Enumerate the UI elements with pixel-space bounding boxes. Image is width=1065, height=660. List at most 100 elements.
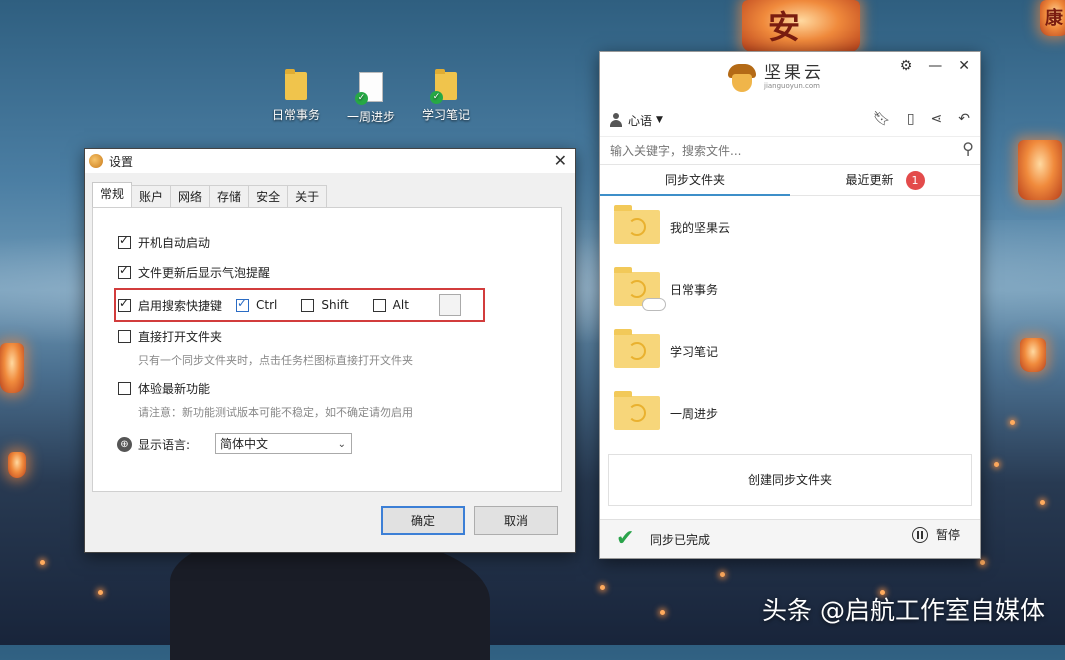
lantern-right-low: [1020, 338, 1046, 372]
chevron-down-icon: ⌄: [337, 439, 346, 450]
panel-header: 坚果云 jianguoyun.com ⚙ — ✕: [600, 52, 980, 104]
sync-folder-icon: [614, 329, 660, 368]
tab-about[interactable]: 关于: [287, 185, 328, 207]
bookmark-icon[interactable]: 🔖︎: [873, 111, 891, 127]
tablet-icon[interactable]: ▯: [907, 111, 915, 127]
sky-lantern: [660, 610, 665, 615]
window-controls: ⚙ — ✕: [900, 58, 970, 74]
beta-option[interactable]: 体验最新功能: [118, 380, 210, 397]
alt-checkbox[interactable]: [372, 298, 386, 312]
lantern-right: [1018, 140, 1062, 200]
minimize-icon[interactable]: —: [928, 58, 942, 74]
close-icon[interactable]: ✕: [554, 151, 567, 170]
notification-badge: 1: [905, 171, 925, 190]
tab-general[interactable]: 常规: [92, 182, 133, 207]
tab-synced-folders[interactable]: 同步文件夹: [600, 165, 790, 196]
pause-label: 暂停: [935, 528, 960, 542]
dialog-titlebar[interactable]: 设置 ✕: [85, 149, 575, 173]
search-input[interactable]: [608, 137, 932, 165]
sky-lantern: [994, 462, 999, 467]
tab-security[interactable]: 安全: [248, 185, 289, 207]
settings-tabs: 常规 账户 网络 存储 安全 关于: [92, 182, 575, 207]
folder-item[interactable]: 日常事务: [614, 267, 718, 311]
gear-icon[interactable]: ⚙: [900, 58, 913, 74]
user-icon: [610, 113, 622, 127]
desktop-icon-label: 日常事务: [271, 108, 320, 122]
nutstore-app-icon: [89, 154, 103, 168]
beta-label: 体验最新功能: [138, 382, 211, 396]
shift-checkbox[interactable]: [301, 298, 315, 312]
folder-name: 学习笔记: [670, 344, 719, 359]
open-folder-option[interactable]: 直接打开文件夹: [118, 328, 222, 345]
autostart-label: 开机自动启动: [138, 236, 211, 250]
lantern-top-right: [1040, 0, 1065, 36]
create-sync-folder-button[interactable]: 创建同步文件夹: [608, 454, 972, 506]
beta-checkbox[interactable]: [118, 382, 131, 395]
desktop-icon-label: 一周进步: [346, 110, 395, 124]
tab-account[interactable]: 账户: [131, 185, 172, 207]
nutstore-logo: 坚果云 jianguoyun.com: [724, 62, 824, 92]
open-folder-checkbox[interactable]: [118, 330, 131, 343]
ctrl-label: Ctrl: [256, 298, 278, 312]
desktop-icon-notes[interactable]: ✓ 学习笔记: [411, 69, 481, 123]
synced-document-icon: ✓: [355, 72, 383, 105]
general-panel: 开机自动启动 文件更新后显示气泡提醒 启用搜索快捷键 Ctrl Shift Al…: [92, 207, 562, 492]
folder-item[interactable]: 一周进步: [614, 391, 719, 430]
settings-dialog: 设置 ✕ 常规 账户 网络 存储 安全 关于 开机自动启动 文件更新后显示气泡提…: [84, 148, 576, 553]
lantern-text: 康: [1045, 8, 1063, 29]
undo-icon[interactable]: ↶: [958, 111, 970, 127]
hotkey-input[interactable]: [438, 294, 461, 316]
folder-item[interactable]: 学习笔记: [614, 329, 719, 368]
chevron-down-icon[interactable]: ▼: [656, 115, 663, 125]
sky-lantern: [720, 572, 725, 577]
search-hotkey-label: 启用搜索快捷键: [138, 298, 223, 313]
ctrl-checkbox[interactable]: [236, 296, 250, 312]
close-icon[interactable]: ✕: [958, 58, 970, 74]
lantern-small: [8, 452, 26, 478]
user-name[interactable]: 心语: [628, 112, 652, 129]
bubble-option[interactable]: 文件更新后显示气泡提醒: [118, 263, 271, 281]
sky-lantern: [1040, 500, 1045, 505]
desktop-icon-daily[interactable]: 日常事务: [261, 69, 331, 123]
folder-name: 我的坚果云: [670, 220, 731, 235]
sky-lantern: [98, 590, 103, 595]
autostart-option[interactable]: 开机自动启动: [118, 233, 211, 251]
language-label: 显示语言:: [138, 438, 191, 452]
tab-network[interactable]: 网络: [170, 185, 211, 207]
nutstore-panel: 坚果云 jianguoyun.com ⚙ — ✕ 心语 ▼ 🔖︎ ▯ ⋖ ↶ ⚲…: [599, 51, 981, 559]
alt-label: Alt: [392, 298, 409, 312]
folder-item[interactable]: 我的坚果云: [614, 205, 731, 244]
language-select[interactable]: 简体中文 ⌄: [215, 433, 352, 454]
folder-icon: [285, 69, 307, 100]
search-bar: ⚲: [600, 137, 980, 165]
lantern-top-center: [742, 0, 860, 52]
tab-label: 同步文件夹: [664, 173, 725, 187]
language-row: ⊕ 显示语言:: [117, 436, 190, 453]
check-badge-icon: ✓: [355, 92, 368, 105]
sync-folder-cloud-icon: [614, 267, 666, 311]
search-icon[interactable]: ⚲: [962, 139, 974, 158]
cancel-button[interactable]: 取消: [474, 506, 558, 535]
user-bar: 心语 ▼ 🔖︎ ▯ ⋖ ↶: [600, 104, 980, 137]
bubble-checkbox[interactable]: [118, 263, 131, 279]
sky-lantern: [980, 560, 985, 565]
search-hotkey-checkbox[interactable]: [118, 296, 131, 312]
desktop-icon-label: 学习笔记: [421, 108, 470, 122]
desktop-icon-weekly[interactable]: ✓ 一周进步: [336, 72, 406, 125]
sync-folder-icon: [614, 205, 660, 244]
sky-lantern: [40, 560, 45, 565]
synced-folder-icon: ✓: [430, 69, 457, 104]
shift-label: Shift: [321, 298, 349, 312]
share-icon[interactable]: ⋖: [931, 111, 943, 127]
ok-button[interactable]: 确定: [381, 506, 465, 535]
bubble-label: 文件更新后显示气泡提醒: [138, 266, 271, 280]
sky-lantern: [1010, 420, 1015, 425]
brand-domain: jianguoyun.com: [764, 82, 820, 90]
tab-recent-updates[interactable]: 最近更新 1: [790, 165, 980, 195]
open-folder-hint: 只有一个同步文件夹时，点击任务栏图标直接打开文件夹: [138, 354, 413, 367]
tab-storage[interactable]: 存储: [209, 185, 250, 207]
pause-button[interactable]: 暂停: [911, 526, 960, 543]
watermark: 头条 @启航工作室自媒体: [762, 596, 1045, 625]
folder-name: 一周进步: [670, 406, 719, 421]
autostart-checkbox[interactable]: [118, 233, 131, 249]
